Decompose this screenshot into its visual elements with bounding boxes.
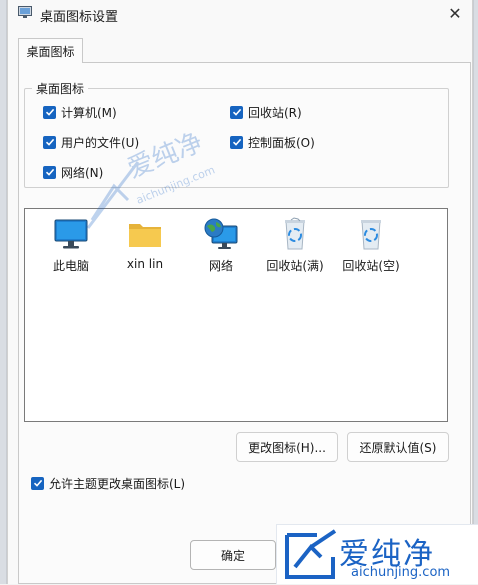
checkbox-checked-icon: [43, 165, 56, 179]
recycle-bin-full-icon: [277, 217, 313, 251]
background-desktop-left: [0, 0, 7, 584]
change-icon-button[interactable]: 更改图标(H)...: [236, 432, 338, 462]
checkbox-label: 计算机(M): [61, 105, 117, 120]
group-legend: 桌面图标: [32, 80, 89, 97]
watermark-logo-icon: [285, 529, 337, 579]
checkbox-checked-icon: [230, 135, 243, 149]
icon-label: xin lin: [126, 257, 164, 271]
ok-button[interactable]: 确定: [190, 540, 276, 570]
icon-list[interactable]: 此电脑 xin lin 网络 回收站(满) 回收站(空): [24, 208, 448, 422]
icon-label: 此电脑: [52, 259, 89, 273]
checkbox-label: 网络(N): [61, 165, 104, 180]
recycle-bin-empty-icon: [353, 217, 389, 251]
close-button[interactable]: ✕: [444, 2, 466, 24]
watermark-logo: 爱纯净 aichunjing.com: [276, 524, 478, 584]
checkbox-label: 控制面板(O): [248, 135, 315, 150]
icon-item-user-folder[interactable]: xin lin: [109, 217, 181, 271]
checkbox-network[interactable]: 网络(N): [43, 164, 103, 180]
icon-label: 网络: [208, 259, 233, 273]
title-bar[interactable]: 桌面图标设置 ✕: [8, 0, 472, 30]
monitor-icon: [53, 217, 89, 251]
checkbox-label: 用户的文件(U): [61, 135, 140, 150]
network-globe-icon: [203, 217, 239, 251]
watermark-url: aichunjing.com: [351, 565, 451, 580]
tab-label: 桌面图标: [26, 44, 75, 59]
checkbox-control-panel[interactable]: 控制面板(O): [230, 134, 315, 150]
icon-label: 回收站(空): [342, 259, 400, 273]
window-title: 桌面图标设置: [40, 10, 119, 25]
background-desktop-right: [473, 0, 478, 584]
checkbox-label: 回收站(R): [248, 105, 302, 120]
checkbox-allow-themes[interactable]: 允许主题更改桌面图标(L): [31, 475, 185, 491]
checkbox-label: 允许主题更改桌面图标(L): [49, 476, 186, 491]
checkbox-checked-icon: [31, 476, 44, 490]
icon-item-network[interactable]: 网络: [185, 217, 257, 274]
icon-label: 回收站(满): [266, 259, 324, 273]
checkbox-user-files[interactable]: 用户的文件(U): [43, 134, 139, 150]
checkbox-checked-icon: [43, 105, 56, 119]
checkbox-computer[interactable]: 计算机(M): [43, 104, 117, 120]
icon-item-this-pc[interactable]: 此电脑: [35, 217, 107, 274]
desktop-settings-icon: [18, 6, 32, 19]
folder-icon: [127, 217, 163, 251]
icon-item-recycle-empty[interactable]: 回收站(空): [335, 217, 407, 274]
checkbox-checked-icon: [43, 135, 56, 149]
close-icon: ✕: [448, 3, 462, 23]
restore-default-button[interactable]: 还原默认值(S): [347, 432, 449, 462]
checkbox-recycle-bin[interactable]: 回收站(R): [230, 104, 302, 120]
tab-desktop-icons[interactable]: 桌面图标: [18, 38, 83, 63]
icon-item-recycle-full[interactable]: 回收站(满): [259, 217, 331, 274]
checkbox-checked-icon: [230, 105, 243, 119]
